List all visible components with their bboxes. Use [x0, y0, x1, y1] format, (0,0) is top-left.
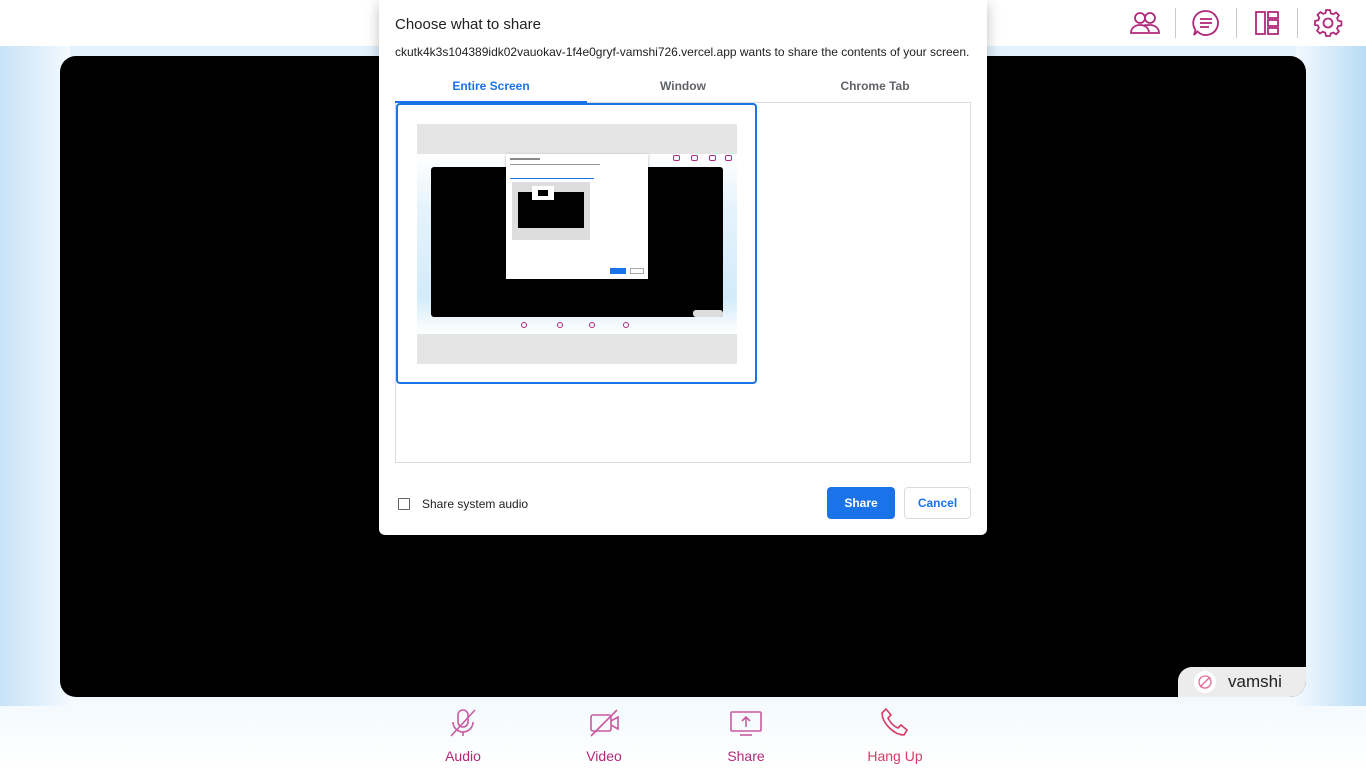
- settings-button[interactable]: [1298, 0, 1358, 46]
- share-audio-label: Share system audio: [422, 497, 529, 511]
- audio-button[interactable]: Audio: [413, 706, 513, 764]
- screen-share-icon: [730, 711, 762, 736]
- participant-tag: vamshi: [1178, 667, 1306, 697]
- tab-chrome-tab[interactable]: Chrome Tab: [779, 72, 971, 102]
- thumbnail-toolbar: [657, 154, 737, 162]
- cancel-button[interactable]: Cancel: [904, 487, 971, 519]
- layout-icon: [1255, 11, 1279, 35]
- share-audio-checkbox[interactable]: [398, 498, 410, 510]
- chat-button[interactable]: [1176, 0, 1236, 46]
- mic-off-icon: [1194, 671, 1216, 693]
- phone-icon: [881, 707, 909, 736]
- hang-up-button[interactable]: Hang Up: [845, 706, 945, 764]
- share-audio-toggle[interactable]: Share system audio: [398, 497, 528, 511]
- participants-icon: [1130, 12, 1160, 34]
- share-button[interactable]: Share: [827, 487, 895, 519]
- share-screen-button[interactable]: Share: [696, 706, 796, 764]
- chat-icon: [1192, 10, 1219, 36]
- screen-source-card[interactable]: [396, 103, 757, 384]
- share-label: Share: [727, 748, 765, 764]
- hang-up-label: Hang Up: [867, 748, 923, 764]
- dialog-subtitle: ckutk4k3s104389idk02vauokav-1f4e0gryf-va…: [395, 45, 970, 59]
- share-tabs: Entire Screen Window Chrome Tab: [395, 72, 971, 103]
- participants-button[interactable]: [1115, 0, 1175, 46]
- participant-name: vamshi: [1228, 672, 1282, 691]
- video-off-icon: [590, 709, 619, 737]
- video-label: Video: [586, 748, 622, 764]
- thumbnail-page: [417, 154, 737, 334]
- layout-button[interactable]: [1237, 0, 1297, 46]
- dialog-title: Choose what to share: [395, 16, 541, 33]
- thumbnail-name-tag: [693, 310, 723, 317]
- settings-icon: [1314, 9, 1343, 37]
- thumbnail-dialog: [506, 154, 648, 279]
- screen-thumbnail: [417, 124, 737, 364]
- share-dialog: Choose what to share ckutk4k3s104389idk0…: [379, 0, 987, 535]
- tab-window[interactable]: Window: [587, 72, 779, 102]
- top-toolbar: [1066, 0, 1366, 46]
- background-right: [1296, 46, 1366, 706]
- call-controls: Audio Video Share Hang Up: [0, 698, 1366, 768]
- thumbnail-controls: [417, 320, 737, 334]
- video-button[interactable]: Video: [554, 706, 654, 764]
- audio-label: Audio: [445, 748, 481, 764]
- mic-off-icon: [450, 709, 476, 737]
- tab-entire-screen[interactable]: Entire Screen: [395, 72, 587, 103]
- source-pane: [395, 103, 971, 463]
